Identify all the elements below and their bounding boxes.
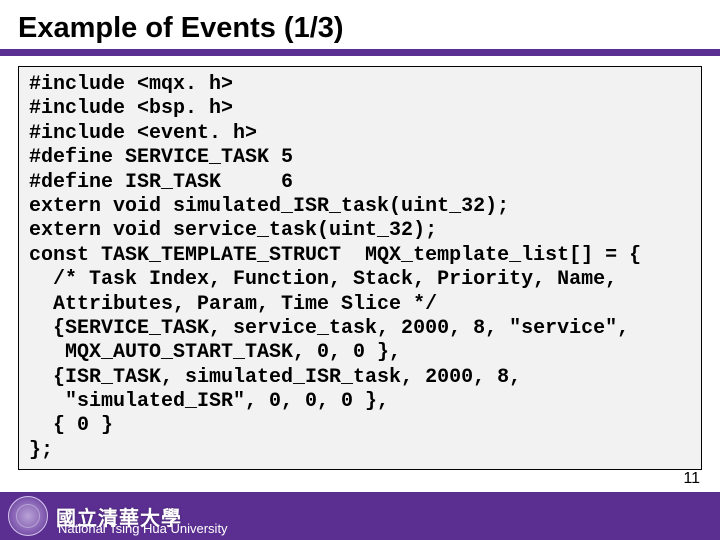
university-name-en: National Tsing Hua University [58, 521, 228, 536]
title-underline [0, 49, 720, 56]
page-number: 11 [683, 470, 700, 488]
code-block: #include <mqx. h> #include <bsp. h> #inc… [18, 66, 702, 470]
slide-title: Example of Events (1/3) [0, 0, 720, 49]
university-seal-icon [8, 496, 48, 536]
slide: Example of Events (1/3) #include <mqx. h… [0, 0, 720, 540]
footer-bar: 國立清華大學 National Tsing Hua University [0, 492, 720, 540]
